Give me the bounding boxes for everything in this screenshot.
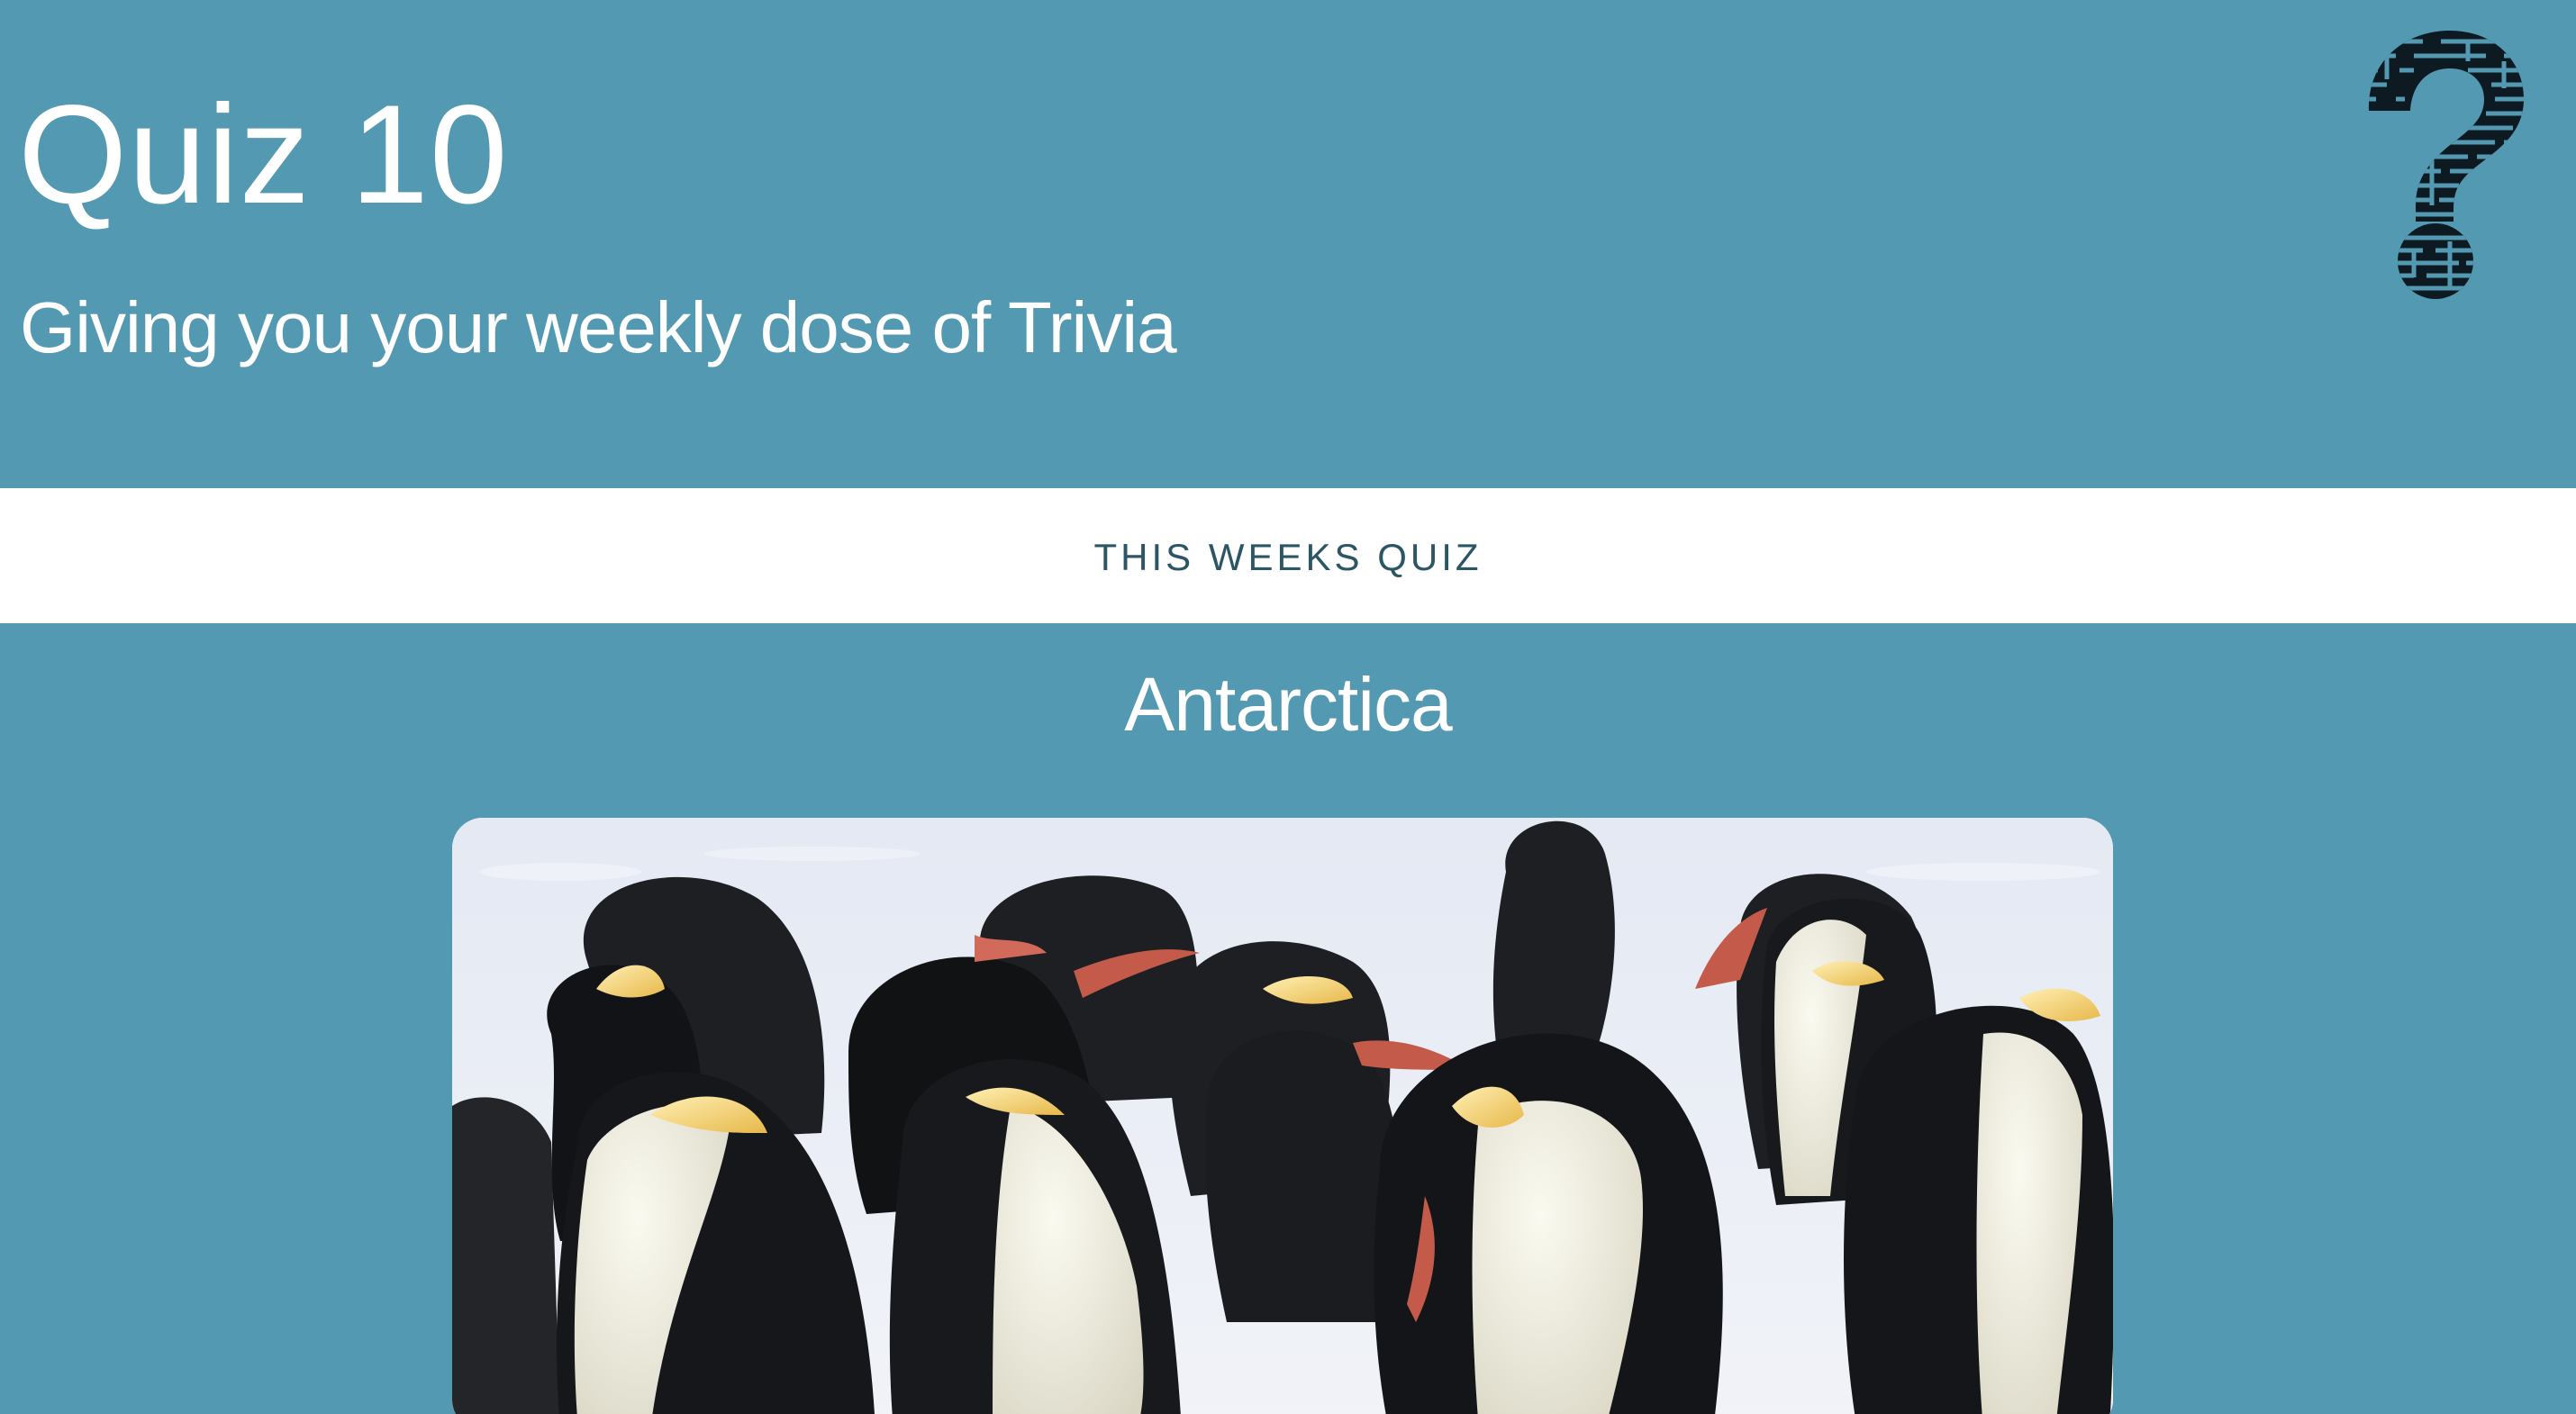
page: Quiz 10 Giving you your weekly dose of T… <box>0 0 2576 1414</box>
question-mark-maze-icon <box>2360 25 2531 304</box>
quiz-title: Antarctica <box>1124 662 1453 747</box>
page-subtitle: Giving you your weekly dose of Trivia <box>20 287 1177 367</box>
main-content: Antarctica <box>0 623 2576 1414</box>
site-header: Quiz 10 Giving you your weekly dose of T… <box>0 0 2576 488</box>
nav-link-this-weeks-quiz[interactable]: THIS WEEKS QUIZ <box>1075 527 1500 588</box>
main-nav: THIS WEEKS QUIZ <box>0 488 2576 623</box>
page-title: Quiz 10 <box>18 77 509 233</box>
emperor-penguins-photo <box>452 818 2113 1414</box>
